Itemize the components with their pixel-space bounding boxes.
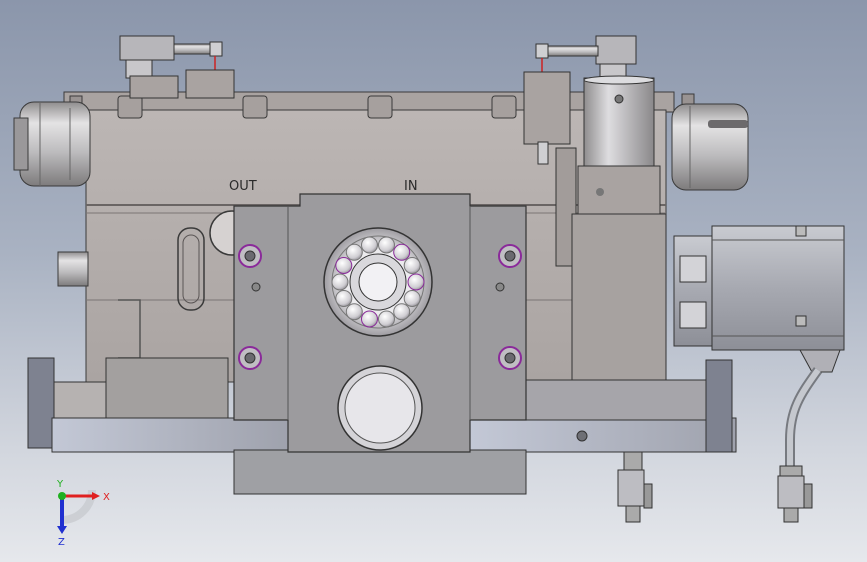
bearing-ball <box>393 243 411 261</box>
bearing-ball <box>393 303 411 321</box>
servo-motor <box>673 225 845 373</box>
gearbox-assembly-drawing: OUT IN X Y Z <box>13 35 845 548</box>
left-shaft-housing <box>13 101 91 287</box>
bearing-ball <box>361 310 378 328</box>
bearing-ball <box>378 310 395 328</box>
bolt-top-left <box>238 244 262 268</box>
bearing-ball <box>335 257 353 274</box>
bearing-ball <box>403 290 421 307</box>
in-label: IN <box>404 179 418 194</box>
coordinate-triad[interactable]: X Y Z <box>56 479 110 548</box>
ball-bearing <box>323 227 433 337</box>
z-axis-label: Z <box>58 537 65 548</box>
x-axis-label: X <box>103 492 110 503</box>
bearing-ball <box>403 257 421 274</box>
bolt-bottom-left <box>238 346 262 370</box>
out-label: OUT <box>229 179 257 194</box>
bearing-ball <box>335 290 353 307</box>
bearing-ball <box>345 303 363 321</box>
bearing-ball <box>378 236 395 254</box>
y-axis-label: Y <box>56 479 64 490</box>
y-axis-arrow <box>58 492 66 500</box>
bearing-ball <box>331 273 349 291</box>
bearing-ball <box>345 243 363 261</box>
bearing-ball <box>407 273 425 291</box>
bolt-top-right <box>498 244 522 268</box>
right-shaft-housing <box>671 103 749 191</box>
right-tower <box>571 75 667 387</box>
cad-viewport[interactable]: OUT IN X Y Z <box>0 0 867 562</box>
bolt-bottom-right <box>498 346 522 370</box>
top-left-fitting <box>119 35 235 99</box>
bearing-ball <box>361 236 378 254</box>
